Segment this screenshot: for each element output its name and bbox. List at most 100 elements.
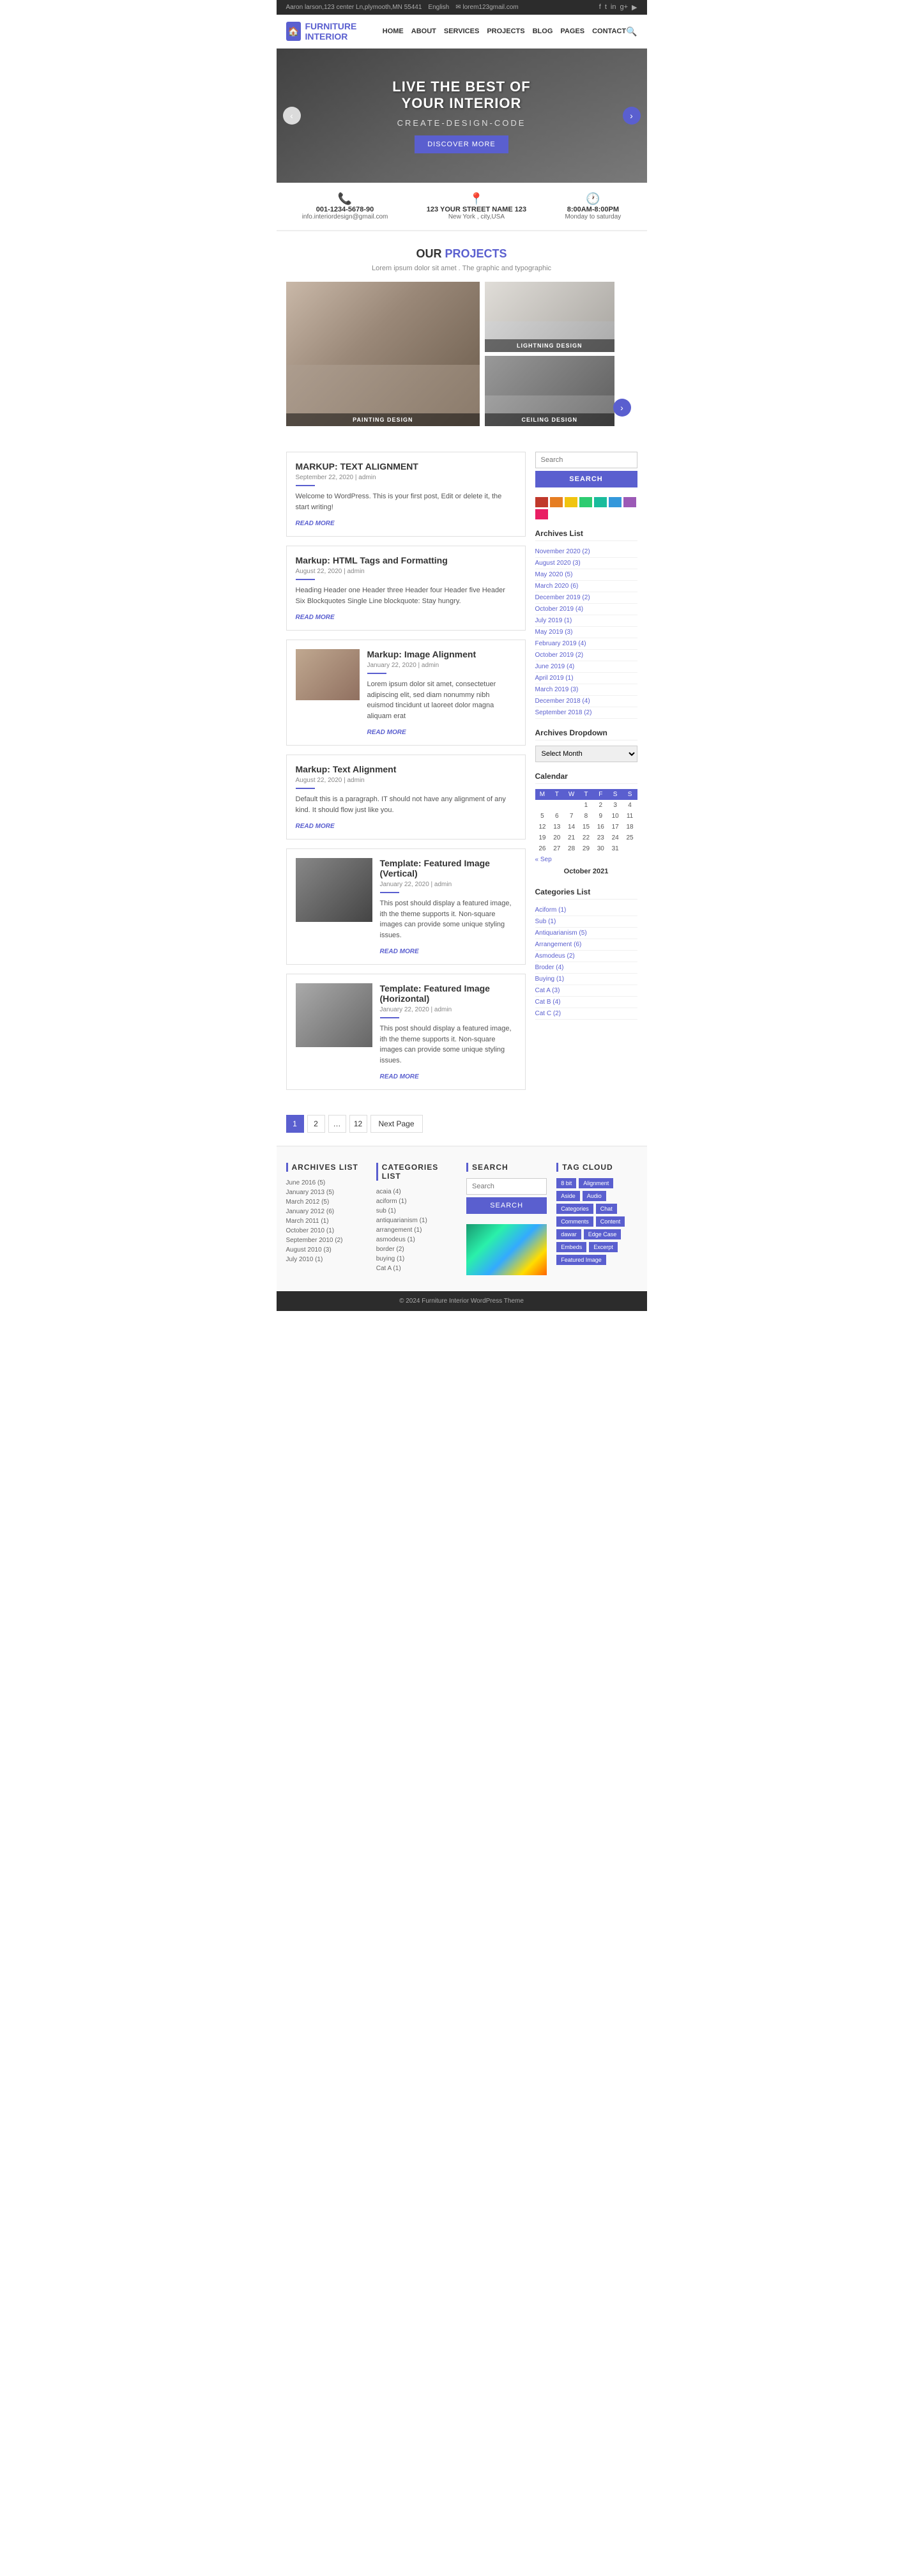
footer-archive-item[interactable]: July 2010 (1) [286, 1255, 367, 1264]
cal-cell[interactable]: 16 [593, 822, 608, 832]
cal-cell[interactable]: 6 [549, 811, 564, 822]
footer-cat-item[interactable]: Cat A (1) [376, 1264, 457, 1273]
cal-cell[interactable]: 29 [579, 843, 593, 854]
category-item-aciform[interactable]: Aciform (1) [535, 905, 637, 916]
post-6-read-more[interactable]: READ MORE [380, 1073, 419, 1080]
project-card-lightning[interactable]: LIGHTNING DESIGN [485, 282, 614, 352]
footer-cat-item[interactable]: aciform (1) [376, 1197, 457, 1206]
archive-item[interactable]: June 2019 (4) [535, 661, 637, 673]
cal-cell[interactable]: 24 [608, 832, 623, 843]
color-block-pink[interactable] [535, 509, 548, 519]
calendar-prev-nav[interactable]: « Sep [535, 856, 552, 863]
nav-projects[interactable]: PROJECTS [487, 27, 524, 35]
cal-cell[interactable]: 3 [608, 800, 623, 811]
archive-item[interactable]: September 2018 (2) [535, 707, 637, 719]
nav-home[interactable]: HOME [383, 27, 404, 35]
youtube-icon[interactable]: ▶ [632, 3, 637, 12]
cal-cell[interactable]: 12 [535, 822, 550, 832]
footer-archive-item[interactable]: August 2010 (3) [286, 1245, 367, 1255]
cal-cell[interactable]: 2 [593, 800, 608, 811]
color-block-green[interactable] [579, 497, 592, 507]
tag-excerpt[interactable]: Excerpt [589, 1242, 618, 1252]
footer-cat-item[interactable]: acaia (4) [376, 1187, 457, 1197]
post-5-read-more[interactable]: READ MORE [380, 948, 419, 955]
hero-prev-arrow[interactable]: ‹ [283, 107, 301, 125]
footer-search-button[interactable]: SEARCH [466, 1197, 547, 1214]
tag-chat[interactable]: Chat [596, 1204, 617, 1214]
projects-next-arrow[interactable]: › [613, 399, 631, 417]
footer-archive-item[interactable]: June 2016 (5) [286, 1178, 367, 1188]
cal-cell[interactable]: 19 [535, 832, 550, 843]
nav-blog[interactable]: BLOG [533, 27, 553, 35]
cal-cell[interactable]: 11 [623, 811, 637, 822]
tag-dawar[interactable]: dawar [556, 1229, 581, 1239]
archive-item[interactable]: November 2020 (2) [535, 546, 637, 558]
color-block-red[interactable] [535, 497, 548, 507]
cal-cell[interactable]: 7 [564, 811, 579, 822]
archive-item[interactable]: December 2018 (4) [535, 696, 637, 707]
linkedin-icon[interactable]: in [611, 3, 616, 12]
color-block-yellow[interactable] [565, 497, 577, 507]
nav-contact[interactable]: CONTACT [592, 27, 626, 35]
cal-cell[interactable]: 30 [593, 843, 608, 854]
cal-cell[interactable]: 22 [579, 832, 593, 843]
category-item-catb[interactable]: Cat B (4) [535, 997, 637, 1008]
cal-cell[interactable]: 4 [623, 800, 637, 811]
nav-pages[interactable]: PAGES [560, 27, 584, 35]
footer-archive-item[interactable]: September 2010 (2) [286, 1236, 367, 1245]
social-icons[interactable]: f t in g+ ▶ [599, 3, 637, 12]
cal-cell[interactable]: 10 [608, 811, 623, 822]
cal-cell[interactable]: 15 [579, 822, 593, 832]
page-btn-1[interactable]: 1 [286, 1115, 304, 1133]
facebook-icon[interactable]: f [599, 3, 601, 12]
color-block-purple[interactable] [623, 497, 636, 507]
page-btn-12[interactable]: 12 [349, 1115, 367, 1133]
footer-archive-item[interactable]: January 2013 (5) [286, 1188, 367, 1197]
nav-about[interactable]: ABOUT [411, 27, 436, 35]
category-item-sub[interactable]: Sub (1) [535, 916, 637, 928]
cal-cell[interactable]: 8 [579, 811, 593, 822]
archive-item[interactable]: October 2019 (4) [535, 604, 637, 615]
footer-cat-item[interactable]: border (2) [376, 1245, 457, 1254]
tag-8bit[interactable]: 8 bit [556, 1178, 576, 1188]
sidebar-search-button[interactable]: SEARCH [535, 471, 637, 487]
category-item-asmodeus[interactable]: Asmodeus (2) [535, 951, 637, 962]
sidebar-search-input[interactable] [535, 452, 637, 468]
logo[interactable]: 🏠 FURNITURE INTERIOR [286, 21, 383, 42]
footer-archive-item[interactable]: March 2011 (1) [286, 1216, 367, 1226]
archive-item[interactable]: October 2019 (2) [535, 650, 637, 661]
next-page-button[interactable]: Next Page [370, 1115, 423, 1133]
category-item-antiquarianism[interactable]: Antiquarianism (5) [535, 928, 637, 939]
archive-item[interactable]: July 2019 (1) [535, 615, 637, 627]
nav-services[interactable]: SERVICES [444, 27, 479, 35]
category-item-catc[interactable]: Cat C (2) [535, 1008, 637, 1020]
footer-search-input[interactable] [466, 1178, 547, 1195]
cal-cell[interactable]: 14 [564, 822, 579, 832]
footer-cat-item[interactable]: arrangement (1) [376, 1225, 457, 1235]
cal-cell[interactable]: 27 [549, 843, 564, 854]
cal-cell[interactable]: 26 [535, 843, 550, 854]
googleplus-icon[interactable]: g+ [620, 3, 628, 12]
cal-cell[interactable]: 23 [593, 832, 608, 843]
project-card-ceiling[interactable]: CEILING DESIGN [485, 356, 614, 426]
cal-cell[interactable]: 31 [608, 843, 623, 854]
cal-cell[interactable]: 17 [608, 822, 623, 832]
footer-cat-item[interactable]: asmodeus (1) [376, 1235, 457, 1245]
twitter-icon[interactable]: t [605, 3, 607, 12]
cal-cell[interactable]: 28 [564, 843, 579, 854]
post-4-read-more[interactable]: READ MORE [296, 823, 335, 830]
tag-audio[interactable]: Audio [583, 1191, 606, 1201]
footer-cat-item[interactable]: buying (1) [376, 1254, 457, 1264]
archive-item[interactable]: April 2019 (1) [535, 673, 637, 684]
cal-cell[interactable]: 5 [535, 811, 550, 822]
archive-item[interactable]: May 2019 (3) [535, 627, 637, 638]
category-item-broder[interactable]: Broder (4) [535, 962, 637, 974]
hero-next-arrow[interactable]: › [623, 107, 641, 125]
footer-archive-item[interactable]: October 2010 (1) [286, 1226, 367, 1236]
archive-item[interactable]: March 2020 (6) [535, 581, 637, 592]
tag-content[interactable]: Content [596, 1216, 625, 1227]
tag-embeds[interactable]: Embeds [556, 1242, 586, 1252]
tag-categories[interactable]: Categories [556, 1204, 593, 1214]
archive-item[interactable]: February 2019 (4) [535, 638, 637, 650]
color-block-orange[interactable] [550, 497, 563, 507]
